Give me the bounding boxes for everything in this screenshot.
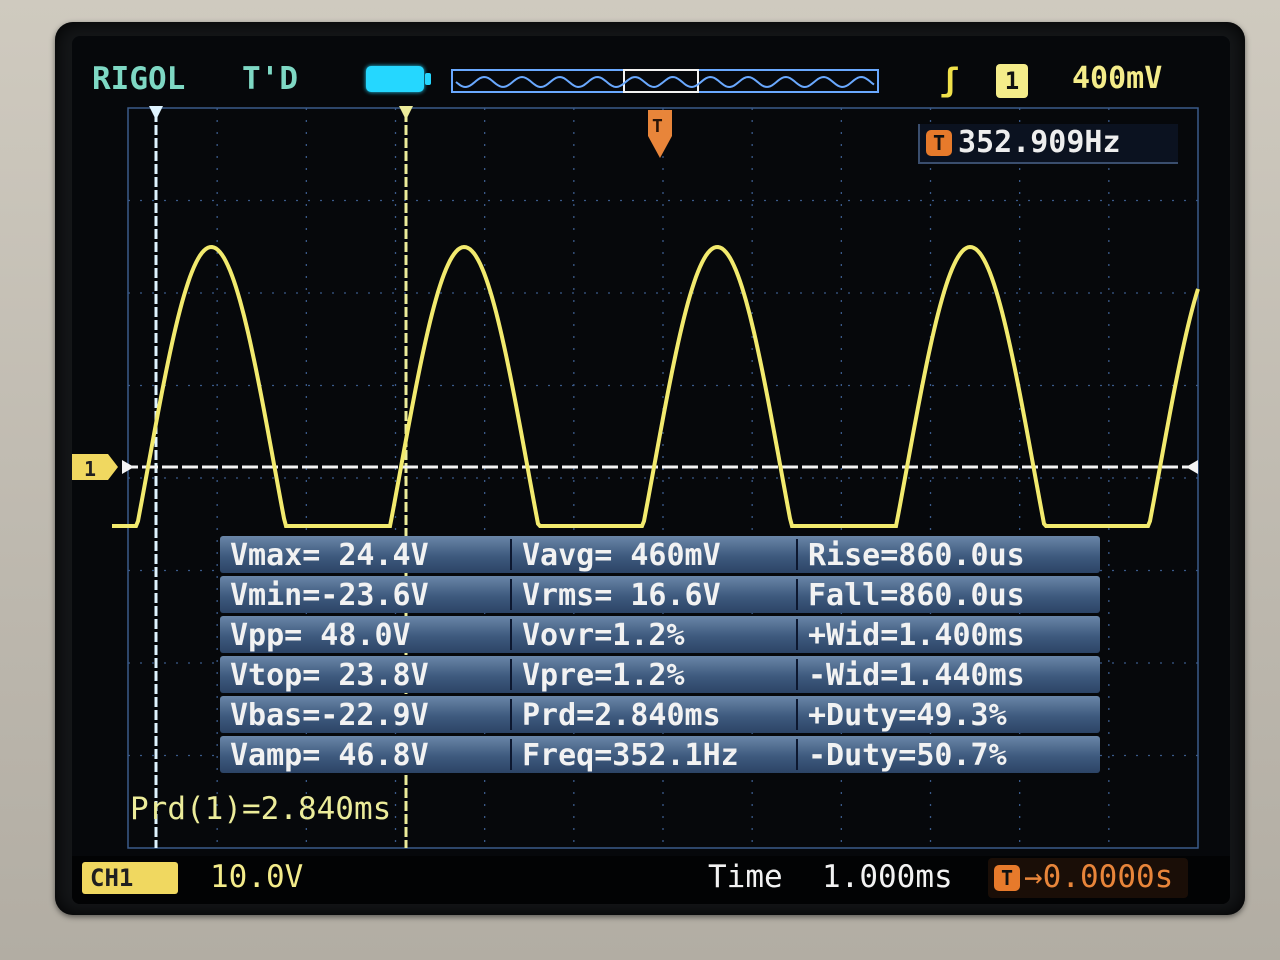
measurement-separator — [796, 619, 798, 650]
trigger-offset-value: →0.0000s — [1024, 859, 1174, 895]
memory-depth-bar — [451, 69, 879, 93]
trigger-icon: T — [926, 130, 952, 156]
measurement-value: Vovr=1.2% — [522, 618, 685, 653]
cursor-readout: Prd(1)=2.840ms — [130, 791, 392, 827]
trigger-status: T'D — [242, 61, 298, 97]
measurement-separator — [510, 619, 512, 650]
trigger-offset: T →0.0000s — [988, 858, 1188, 898]
measurement-value: Vavg= 460mV — [522, 538, 721, 573]
trigger-source-badge: 1 — [996, 64, 1028, 98]
measurement-row: Vamp= 46.8V Freq=352.1Hz -Duty=50.7% — [220, 736, 1100, 773]
measurement-separator — [510, 579, 512, 610]
measurement-value: Vmax= 24.4V — [230, 538, 429, 573]
measurement-separator — [510, 739, 512, 770]
channel-1-tag[interactable]: CH1 — [82, 862, 178, 894]
status-bar: CH1 10.0V Time 1.000ms T →0.0000s — [72, 856, 1230, 904]
channel-marker-label: 1 — [84, 457, 96, 481]
measurement-value: Vpre=1.2% — [522, 658, 685, 693]
measurement-panel: Vmax= 24.4V Vavg= 460mV Rise=860.0us Vmin=-… — [220, 536, 1100, 776]
measurement-row: Vmax= 24.4V Vavg= 460mV Rise=860.0us — [220, 536, 1100, 573]
channel-1-trace — [112, 244, 1200, 528]
channel-1-ground-marker: 1 — [72, 454, 118, 481]
measurement-value: Vamp= 46.8V — [230, 738, 429, 773]
measurement-separator — [796, 659, 798, 690]
measurement-value: Fall=860.0us — [808, 578, 1025, 613]
cursor-handle — [149, 106, 163, 120]
time-scale: 1.000ms — [822, 859, 953, 895]
memory-bar-waveform — [455, 75, 875, 89]
measurement-separator — [510, 699, 512, 730]
measurement-value: Vbas=-22.9V — [230, 698, 429, 733]
measurement-row: Vmin=-23.6V Vrms= 16.6V Fall=860.0us — [220, 576, 1100, 613]
vertical-scale: 10.0V — [210, 859, 304, 895]
cursor-handle — [399, 106, 413, 120]
frequency-value: 352.909Hz — [958, 125, 1121, 160]
reference-line-right-arrow — [1186, 460, 1198, 474]
time-label: Time — [708, 859, 783, 895]
measurement-value: Vmin=-23.6V — [230, 578, 429, 613]
trigger-offset-icon: T — [994, 865, 1020, 891]
measurement-separator — [510, 659, 512, 690]
measurement-row: Vbas=-22.9V Prd=2.840ms +Duty=49.3% — [220, 696, 1100, 733]
trigger-level-line — [122, 460, 1198, 474]
measurement-value: +Wid=1.400ms — [808, 618, 1025, 653]
measurement-value: Rise=860.0us — [808, 538, 1025, 573]
measurement-separator — [796, 579, 798, 610]
measurement-value: Vpp= 48.0V — [230, 618, 411, 653]
measurement-value: Vtop= 23.8V — [230, 658, 429, 693]
measurement-separator — [796, 699, 798, 730]
measurement-separator — [510, 539, 512, 570]
measurement-value: -Duty=50.7% — [808, 738, 1007, 773]
measurement-row: Vtop= 23.8V Vpre=1.2% -Wid=1.440ms — [220, 656, 1100, 693]
run-status-indicator — [366, 66, 431, 92]
measurement-value: Freq=352.1Hz — [522, 738, 739, 773]
trigger-position-marker: T — [648, 110, 672, 158]
measurement-value: +Duty=49.3% — [808, 698, 1007, 733]
frequency-counter: T 352.909Hz — [918, 124, 1178, 164]
measurement-value: Prd=2.840ms — [522, 698, 721, 733]
trigger-slope-icon: ʃ — [940, 61, 960, 99]
brand-label: RIGOL — [92, 61, 186, 97]
trigger-level: 400mV — [1072, 61, 1163, 96]
measurement-separator — [796, 739, 798, 770]
svg-text:T: T — [652, 116, 663, 137]
memory-bar-window — [623, 69, 699, 93]
measurement-value: Vrms= 16.6V — [522, 578, 721, 613]
measurement-separator — [796, 539, 798, 570]
measurement-row: Vpp= 48.0V Vovr=1.2% +Wid=1.400ms — [220, 616, 1100, 653]
scope-screen: 1 T RIGOL T'D ʃ 1 400mV T 352.909Hz Vmax… — [72, 36, 1230, 904]
measurement-value: -Wid=1.440ms — [808, 658, 1025, 693]
